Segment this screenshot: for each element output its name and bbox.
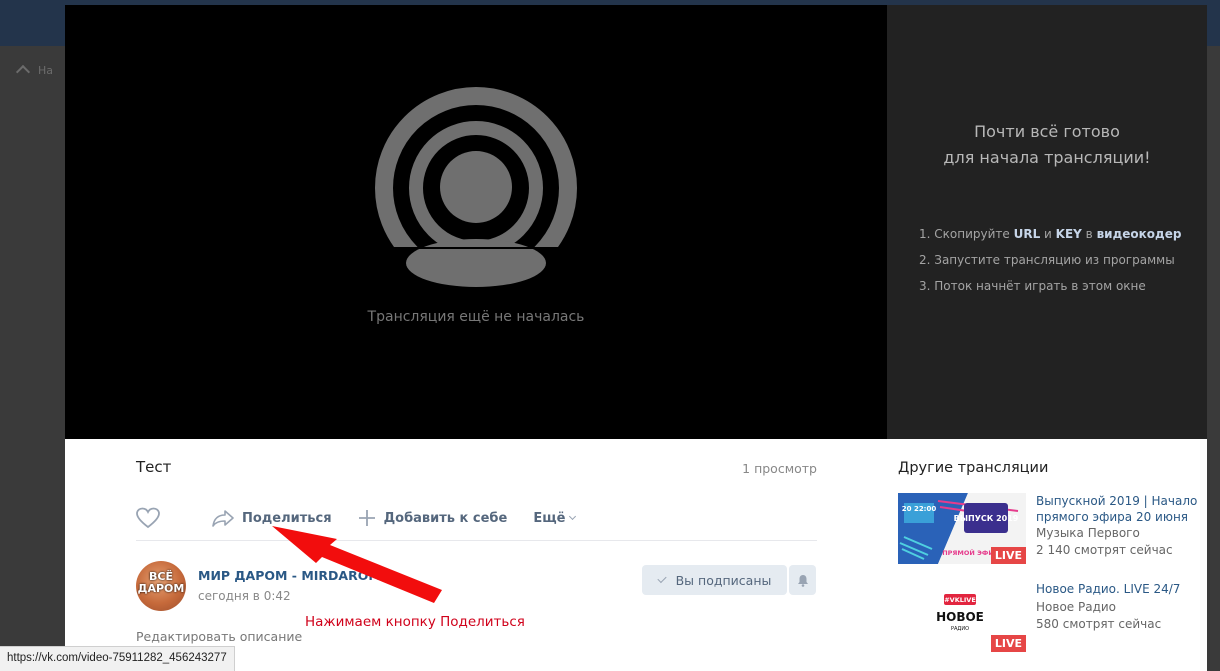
- video-info: Тест 1 просмотр Поделиться Добавить к се…: [65, 439, 887, 671]
- setup-title: Почти всё готово для начала трансляции!: [943, 122, 1151, 167]
- svg-text:20 22:00: 20 22:00: [902, 505, 937, 513]
- setup-steps: 1. Скопируйте URL и KEY в видеокодер 2. …: [919, 221, 1181, 299]
- broadcast-item[interactable]: 20 22:00 ВЫПУСК 2019 ПРЯМОЙ ЭФИ LIVE Вып…: [898, 493, 1203, 568]
- live-badge: LIVE: [990, 547, 1026, 564]
- svg-text:ПРЯМОЙ ЭФИ: ПРЯМОЙ ЭФИ: [942, 548, 994, 557]
- broadcast-viewers: 580 смотрят сейчас: [1036, 617, 1162, 631]
- setup-step-1: 1. Скопируйте URL и KEY в видеокодер: [919, 227, 1182, 241]
- encoder-link[interactable]: видеокодер: [1097, 227, 1182, 241]
- broadcast-author[interactable]: Музыка Первого: [1036, 526, 1140, 540]
- chevron-down-icon: [569, 512, 577, 520]
- video-player[interactable]: Трансляция ещё не началась: [65, 5, 887, 439]
- broadcast-author[interactable]: Новое Радио: [1036, 600, 1116, 614]
- svg-text:ВЫПУСК 2019: ВЫПУСК 2019: [954, 514, 1019, 523]
- annotation-text: Нажимаем кнопку Поделиться: [305, 614, 525, 630]
- key-link[interactable]: KEY: [1056, 227, 1082, 241]
- bell-icon: [797, 574, 808, 587]
- url-link[interactable]: URL: [1014, 227, 1041, 241]
- author-name-link[interactable]: МИР ДАРОМ - MIRDAROM.R: [198, 568, 395, 583]
- subscribed-button[interactable]: Вы подписаны: [642, 565, 787, 595]
- view-count: 1 просмотр: [742, 461, 817, 476]
- notifications-button[interactable]: [789, 565, 816, 595]
- broadcast-item[interactable]: #VKLIVE НОВОЕ РАДИО LIVE Новое Радио. LI…: [898, 581, 1203, 656]
- publish-date: сегодня в 0:42: [198, 589, 291, 603]
- other-broadcasts-title: Другие трансляции: [898, 460, 1049, 476]
- like-button[interactable]: [136, 507, 160, 529]
- live-badge: LIVE: [990, 635, 1026, 652]
- setup-step-3: 3. Поток начнёт играть в этом окне: [919, 279, 1146, 293]
- video-actions: Поделиться Добавить к себе Ещё: [136, 506, 577, 530]
- plus-icon: [358, 510, 375, 526]
- other-broadcasts: Другие трансляции 20 22:00 ВЫПУСК 2019 П…: [887, 439, 1207, 671]
- broadcast-thumbnail[interactable]: #VKLIVE НОВОЕ РАДИО LIVE: [898, 581, 1026, 652]
- more-dropdown[interactable]: Ещё: [533, 511, 577, 526]
- heart-icon: [136, 507, 160, 529]
- broadcast-status-text: Трансляция ещё не началась: [367, 309, 585, 325]
- broadcast-viewers: 2 140 смотрят сейчас: [1036, 543, 1173, 557]
- add-to-my-videos-button[interactable]: Добавить к себе: [358, 509, 507, 527]
- broadcast-title-link[interactable]: Выпускной 2019 | Начало прямого эфира 20…: [1036, 493, 1203, 525]
- svg-text:НОВОЕ: НОВОЕ: [936, 610, 984, 624]
- share-button[interactable]: Поделиться: [212, 509, 332, 527]
- back-breadcrumb: На: [15, 64, 53, 80]
- share-arrow-icon: [212, 510, 234, 527]
- broadcast-thumbnail[interactable]: 20 22:00 ВЫПУСК 2019 ПРЯМОЙ ЭФИ LIVE: [898, 493, 1026, 564]
- edit-description-link[interactable]: Редактировать описание: [136, 629, 302, 644]
- broadcast-setup-panel: Почти всё готово для начала трансляции! …: [887, 5, 1207, 439]
- browser-status-url: https://vk.com/video-75911282_456243277: [0, 646, 235, 671]
- divider: [136, 540, 817, 541]
- broadcast-title-link[interactable]: Новое Радио. LIVE 24/7: [1036, 581, 1203, 597]
- setup-step-2: 2. Запустите трансляцию из программы: [919, 253, 1175, 267]
- svg-text:РАДИО: РАДИО: [951, 626, 969, 632]
- check-icon: [657, 573, 667, 583]
- broadcast-placeholder-icon: [375, 87, 577, 287]
- video-title: Тест: [136, 458, 172, 476]
- svg-text:#VKLIVE: #VKLIVE: [944, 596, 976, 604]
- chevron-up-icon: [15, 64, 31, 80]
- video-modal: Трансляция ещё не началась Почти всё гот…: [65, 5, 1207, 671]
- author-avatar[interactable]: ВСЁ ДАРОМ: [136, 561, 186, 611]
